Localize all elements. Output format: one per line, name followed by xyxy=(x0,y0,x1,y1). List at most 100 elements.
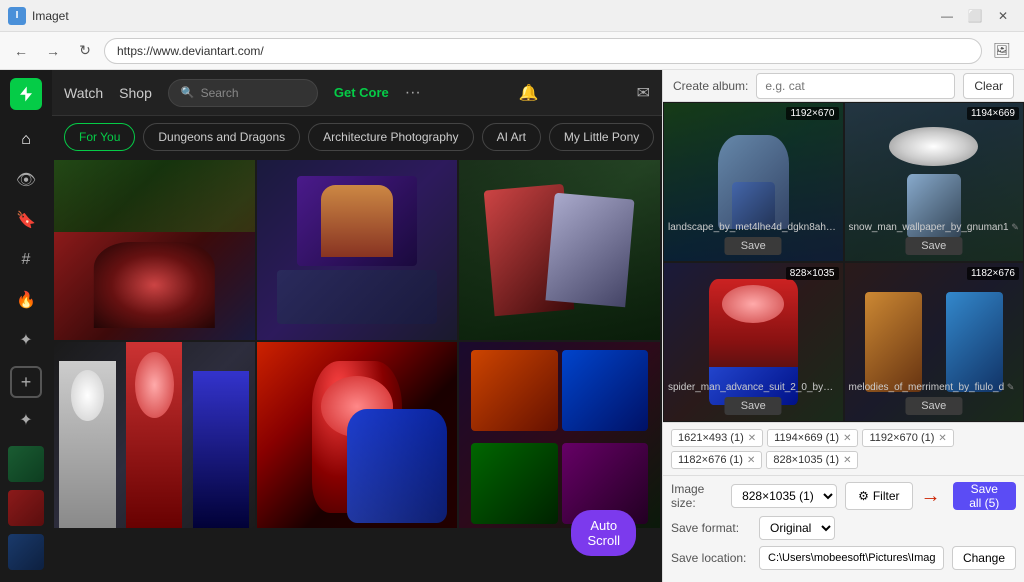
sidebar-thumb-3[interactable] xyxy=(8,534,44,570)
notification-icon[interactable]: 🔔 xyxy=(519,83,539,103)
preview-name-4: melodies_of_merriment_by_fiulo_d ✎ xyxy=(849,382,1020,393)
image-size-row: Image size: 828×1035 (1) ⚙ Filter → Save… xyxy=(671,482,1016,510)
sidebar-trending-icon[interactable]: 🔥 xyxy=(8,282,44,318)
app-title: Imaget xyxy=(32,9,934,23)
get-core-link[interactable]: Get Core xyxy=(334,85,389,100)
image-size-select[interactable]: 828×1035 (1) xyxy=(731,484,837,508)
preview-name-2: snow_man_wallpaper_by_gnuman1 ✎ xyxy=(849,222,1020,233)
nav-shop[interactable]: Shop xyxy=(119,85,152,101)
close-button[interactable]: ✕ xyxy=(990,5,1016,27)
size-tag-4: 828×1035 (1) ✕ xyxy=(766,451,858,469)
sidebar-ai-icon[interactable]: ✦ xyxy=(8,402,44,438)
filter-icon: ⚙ xyxy=(858,489,869,503)
da-tags-bar: For You Dungeons and Dragons Architectur… xyxy=(52,116,662,158)
right-panel: Create album: Clear 1192×670 landscape_b… xyxy=(662,70,1024,582)
preview-item-1: 1192×670 landscape_by_met4lhe4d_dgkn8ah-… xyxy=(663,102,844,262)
message-icon[interactable]: ✉ xyxy=(637,83,650,103)
file-location-input[interactable] xyxy=(759,546,944,570)
nav-watch[interactable]: Watch xyxy=(64,85,103,101)
change-button[interactable]: Change xyxy=(952,546,1016,570)
forward-button[interactable]: → xyxy=(40,38,66,64)
preview-save-button-4[interactable]: Save xyxy=(905,397,962,415)
grid-item-5[interactable] xyxy=(257,342,458,528)
tag-ai-art[interactable]: AI Art xyxy=(482,123,541,151)
tag-my-little-pony[interactable]: My Little Pony xyxy=(549,123,654,151)
preview-item-2: 1194×669 snow_man_wallpaper_by_gnuman1 ✎… xyxy=(844,102,1024,262)
search-bar[interactable]: 🔍 Search xyxy=(168,79,318,107)
size-tag-remove-1[interactable]: ✕ xyxy=(843,433,851,444)
size-tag-remove-0[interactable]: ✕ xyxy=(748,433,756,444)
file-location-row: Save location: Change xyxy=(671,546,1016,570)
filter-button[interactable]: ⚙ Filter xyxy=(845,482,912,510)
auto-scroll-button[interactable]: Auto Scroll xyxy=(571,510,636,556)
clear-button[interactable]: Clear xyxy=(963,73,1014,99)
size-tag-remove-2[interactable]: ✕ xyxy=(938,433,946,444)
tag-for-you[interactable]: For You xyxy=(64,123,135,151)
app-icon: I xyxy=(8,7,26,25)
album-bar: Create album: Clear xyxy=(663,70,1024,102)
save-format-select[interactable]: Original xyxy=(759,516,835,540)
grid-item-6[interactable] xyxy=(459,342,660,528)
minimize-button[interactable]: — xyxy=(934,5,960,27)
preview-dims-3: 828×1035 xyxy=(786,267,839,280)
tag-dungeons[interactable]: Dungeons and Dragons xyxy=(143,123,300,151)
file-location-label: Save location: xyxy=(671,551,751,565)
grid-item-4[interactable] xyxy=(54,342,255,528)
arrow-indicator: → xyxy=(921,485,941,508)
search-icon: 🔍 xyxy=(181,86,195,99)
sidebar-home-icon[interactable]: ⌂ xyxy=(8,122,44,158)
save-all-button[interactable]: Save all (5) xyxy=(953,482,1017,510)
sidebar-tag-icon[interactable]: # xyxy=(8,242,44,278)
da-image-grid xyxy=(52,158,662,528)
grid-item-1[interactable] xyxy=(54,160,255,340)
tags-strip: 1621×493 (1) ✕ 1194×669 (1) ✕ 1192×670 (… xyxy=(663,422,1024,475)
size-tag-0: 1621×493 (1) ✕ xyxy=(671,429,763,447)
preview-name-3: spider_man_advance_suit_2_0_by_d ✎ xyxy=(668,382,839,393)
size-tag-remove-4[interactable]: ✕ xyxy=(843,455,851,466)
tag-architecture[interactable]: Architecture Photography xyxy=(308,123,473,151)
preview-dims-2: 1194×669 xyxy=(967,107,1019,120)
preview-save-button-1[interactable]: Save xyxy=(725,237,782,255)
preview-dims-1: 1192×670 xyxy=(786,107,838,120)
preview-save-button-2[interactable]: Save xyxy=(905,237,962,255)
preview-save-button-3[interactable]: Save xyxy=(725,397,782,415)
grid-item-3[interactable] xyxy=(459,160,660,340)
edit-icon-2[interactable]: ✎ xyxy=(1011,222,1019,232)
edit-icon-3[interactable]: ✎ xyxy=(837,382,838,392)
preview-item-4: 1182×676 melodies_of_merriment_by_fiulo_… xyxy=(844,262,1024,422)
size-tag-remove-3[interactable]: ✕ xyxy=(747,455,755,466)
album-label: Create album: xyxy=(673,79,748,93)
image-size-label: Image size: xyxy=(671,482,723,510)
browser-bar: ← → ↻ 🖼 xyxy=(0,32,1024,70)
da-content: Watch Shop 🔍 Search Get Core ··· 🔔 ✉ For… xyxy=(52,70,662,582)
titlebar: I Imaget — ⬜ ✕ xyxy=(0,0,1024,32)
sidebar-thumb-2[interactable] xyxy=(8,490,44,526)
sidebar-watch-icon[interactable]: 👁 xyxy=(8,162,44,198)
da-header: Watch Shop 🔍 Search Get Core ··· 🔔 ✉ xyxy=(52,70,662,116)
sidebar-thumb-1[interactable] xyxy=(8,446,44,482)
album-input[interactable] xyxy=(756,73,955,99)
bottom-controls: Image size: 828×1035 (1) ⚙ Filter → Save… xyxy=(663,475,1024,582)
save-format-row: Save format: Original xyxy=(671,516,1016,540)
image-previews: 1192×670 landscape_by_met4lhe4d_dgkn8ah-… xyxy=(663,102,1024,422)
da-logo[interactable] xyxy=(10,78,42,110)
grid-item-2[interactable] xyxy=(257,160,458,340)
da-sidebar: ⌂ 👁 🔖 # 🔥 ✦ + ✦ xyxy=(0,70,52,582)
preview-item-3: 828×1035 spider_man_advance_suit_2_0_by_… xyxy=(663,262,844,422)
more-button[interactable]: ··· xyxy=(405,84,421,102)
back-button[interactable]: ← xyxy=(8,38,34,64)
imaget-icon[interactable]: 🖼 xyxy=(988,38,1016,64)
save-format-label: Save format: xyxy=(671,521,751,535)
sidebar-star-icon[interactable]: ✦ xyxy=(8,322,44,358)
preview-name-1: landscape_by_met4lhe4d_dgkn8ah- ✎ xyxy=(668,222,839,233)
size-tag-1: 1194×669 (1) ✕ xyxy=(767,429,858,447)
maximize-button[interactable]: ⬜ xyxy=(962,5,988,27)
sidebar-add-button[interactable]: + xyxy=(10,366,42,398)
refresh-button[interactable]: ↻ xyxy=(72,38,98,64)
window-controls: — ⬜ ✕ xyxy=(934,5,1016,27)
edit-icon-4[interactable]: ✎ xyxy=(1007,382,1015,392)
filter-label: Filter xyxy=(873,489,900,503)
size-tag-3: 1182×676 (1) ✕ xyxy=(671,451,762,469)
url-input[interactable] xyxy=(104,38,982,64)
sidebar-bookmark-icon[interactable]: 🔖 xyxy=(8,202,44,238)
